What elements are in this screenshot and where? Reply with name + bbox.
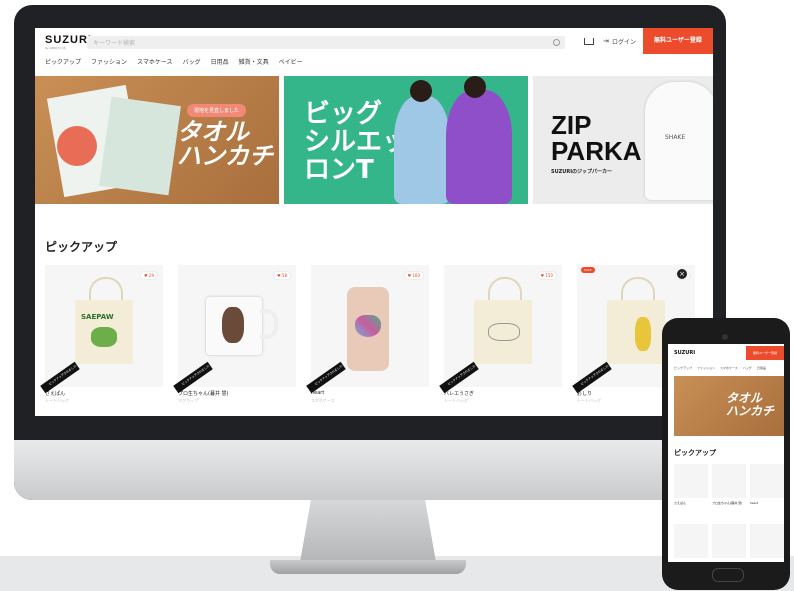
phone-product-card[interactable]: さえぱん	[674, 464, 708, 514]
product-category: マグカップ	[178, 398, 198, 403]
category-pickup[interactable]: ピックアップ	[45, 57, 81, 69]
model-head	[464, 76, 486, 98]
like-button[interactable]: ♥ 29	[140, 271, 158, 280]
search-input[interactable]: キーワード検索	[87, 36, 565, 49]
phone-category[interactable]: 日用品	[757, 366, 766, 370]
product-name[interactable]: バレエうさぎ	[444, 390, 474, 397]
product-category: スマホケース	[311, 398, 335, 403]
search-placeholder: キーワード検索	[93, 40, 136, 47]
hoodie-image	[645, 82, 713, 200]
phone-category[interactable]: バッグ	[743, 366, 752, 370]
phone-banner[interactable]: タオル ハンカチ	[674, 376, 784, 436]
phone-section-title: ピックアップ	[674, 449, 716, 457]
phone-category-nav: ピックアップ ファッション スマホケース バッグ 日用品	[674, 366, 766, 370]
phone-camera	[722, 334, 728, 340]
phone-home-button	[712, 568, 744, 582]
banner-title: ZIP PARKA	[551, 110, 642, 166]
model-head	[410, 80, 432, 102]
banner-towel[interactable]: 現地を見直しました タオル ハンカチ	[35, 76, 279, 204]
phone-product-image[interactable]	[712, 524, 746, 558]
login-icon[interactable]: ⇥	[603, 37, 609, 45]
rabbit-art	[488, 323, 520, 341]
like-count: 29	[148, 273, 154, 278]
product-category: トートバッグ	[444, 398, 468, 403]
category-fashion[interactable]: ファッション	[91, 57, 127, 69]
like-count: 160	[412, 273, 420, 278]
phone-category[interactable]: スマホケース	[720, 366, 738, 370]
character-art	[222, 307, 244, 343]
heart-art	[355, 315, 381, 337]
product-name[interactable]: heart	[311, 390, 324, 396]
banner-zip-parka[interactable]: ZIP PARKA SUZURIのジップパーカー SHAKE	[533, 76, 713, 204]
product-card[interactable]: ♥ 150 ピックアップされました バレエうさぎ トートバッグ	[439, 265, 562, 410]
category-nav: ピックアップ ファッション スマホケース バッグ 日用品 雑貨・文具 ベイビー	[45, 57, 303, 69]
phone-banner-title: タオル ハンカチ	[726, 391, 775, 418]
category-phone-case[interactable]: スマホケース	[137, 57, 173, 69]
category-baby[interactable]: ベイビー	[279, 57, 303, 69]
banner-pill: 現地を見直しました	[187, 104, 247, 117]
monitor-chin	[14, 440, 726, 500]
product-name[interactable]: プロ生ちゃん(暮井 慧)	[178, 390, 229, 397]
section-title: ピックアップ	[45, 240, 118, 254]
phone-product-card[interactable]: プロ生ちゃん(暮井 慧)	[712, 464, 746, 514]
monitor-base	[270, 560, 466, 574]
phone-screen: SUZURI 無料ユーザー登録 ピックアップ ファッション スマホケース バッグ…	[668, 344, 784, 562]
banner-title: タオル ハンカチ	[177, 118, 273, 170]
like-count: 58	[281, 273, 287, 278]
category-bag[interactable]: バッグ	[183, 57, 201, 69]
desktop-screen: SUZURI by GMOペパボ キーワード検索 ⇥ ログイン 無料ユーザー登録…	[35, 28, 713, 416]
product-card[interactable]: ♥ 160 ピックアップされました heart スマホケース	[306, 265, 429, 410]
product-name[interactable]: おしり	[577, 390, 592, 397]
phone-product-image[interactable]	[712, 464, 746, 498]
product-card[interactable]: ♥ 58 ピックアップされました プロ生ちゃん(暮井 慧) マグカップ	[173, 265, 296, 410]
frog-art	[91, 327, 117, 347]
phone-category[interactable]: ピックアップ	[674, 366, 692, 370]
cart-icon[interactable]	[584, 38, 594, 45]
like-button[interactable]: ♥ 150	[536, 271, 557, 280]
product-card[interactable]: SAEPAW ♥ 29 ピックアップされました さえぱん トートバッグ	[40, 265, 163, 410]
login-link[interactable]: ログイン	[612, 37, 636, 46]
mug-handle	[260, 309, 278, 339]
model-image	[446, 90, 512, 204]
flower-art	[57, 126, 97, 166]
product-category: トートバッグ	[577, 398, 601, 403]
phone-register-button[interactable]: 無料ユーザー登録	[746, 346, 784, 360]
like-button[interactable]: ♥ 58	[273, 271, 291, 280]
like-count: 150	[545, 273, 553, 278]
product-name[interactable]: さえぱん	[45, 390, 65, 397]
category-daily-goods[interactable]: 日用品	[211, 57, 229, 69]
banner-big-tee[interactable]: ビッグ シルエット ロンT	[284, 76, 528, 204]
hoodie-print: SHAKE	[665, 134, 686, 141]
phone-product-name: heart	[750, 501, 758, 505]
header: SUZURI by GMOペパボ キーワード検索 ⇥ ログイン 無料ユーザー登録	[35, 28, 713, 56]
character-art	[635, 317, 651, 351]
phone-product-image[interactable]	[674, 524, 708, 558]
logo[interactable]: SUZURI	[45, 34, 92, 46]
model-image	[394, 96, 450, 204]
logo-subtitle: by GMOペパボ	[45, 46, 66, 50]
sale-badge: SALE	[581, 267, 595, 273]
phone-category[interactable]: ファッション	[697, 366, 715, 370]
phone-product-image[interactable]	[750, 524, 784, 558]
towel-image	[99, 96, 181, 196]
register-button[interactable]: 無料ユーザー登録	[643, 28, 713, 54]
phone-product-image[interactable]	[750, 464, 784, 498]
phone-product-card[interactable]: heart	[750, 464, 784, 514]
product-category: トートバッグ	[45, 398, 69, 403]
phone-logo[interactable]: SUZURI	[674, 350, 695, 356]
search-icon[interactable]	[553, 39, 560, 46]
phone-product-name: さえぱん	[674, 501, 687, 505]
phone-product-image[interactable]	[674, 464, 708, 498]
category-stationery[interactable]: 雑貨・文具	[239, 57, 269, 69]
monitor-stand	[300, 500, 436, 562]
like-button[interactable]: ♥ 160	[403, 271, 424, 280]
banner-subtitle: SUZURIのジップパーカー	[551, 169, 613, 175]
phone-product-name: プロ生ちゃん(暮井 慧)	[712, 501, 743, 505]
product-print: SAEPAW	[81, 313, 114, 321]
close-icon[interactable]: ×	[677, 269, 687, 279]
